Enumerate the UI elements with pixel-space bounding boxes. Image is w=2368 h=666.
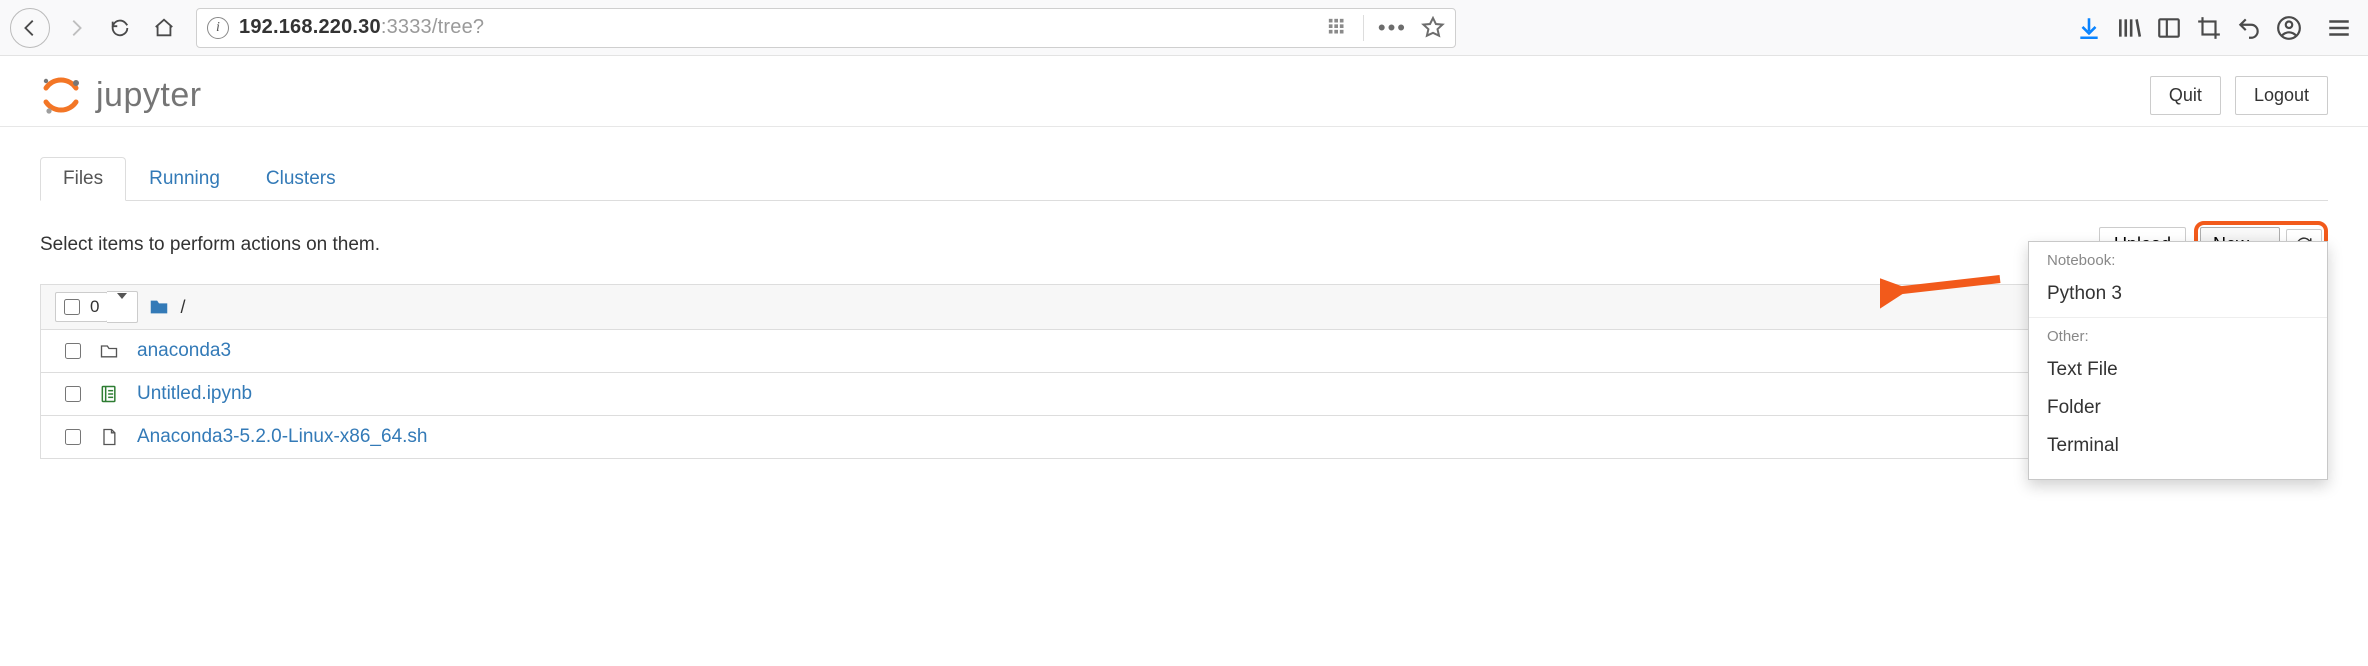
select-all-checkbox[interactable]: [64, 299, 80, 315]
row-checkbox[interactable]: [65, 386, 81, 402]
url-text: 192.168.220.30:3333/tree?: [239, 16, 1317, 39]
file-row: anaconda3: [40, 330, 2328, 373]
file-link[interactable]: Anaconda3-5.2.0-Linux-x86_64.sh: [137, 426, 427, 448]
file-link[interactable]: Untitled.ipynb: [137, 383, 252, 405]
select-dropdown[interactable]: [107, 291, 138, 323]
dropdown-item-folder[interactable]: Folder: [2047, 389, 2309, 427]
file-icon: [99, 427, 119, 447]
logout-button[interactable]: Logout: [2235, 76, 2328, 115]
annotation-arrow-icon: [1880, 261, 2010, 311]
dashboard-tabs: Files Running Clusters: [40, 157, 2328, 201]
sidebar-icon[interactable]: [2156, 15, 2182, 41]
tab-running[interactable]: Running: [126, 157, 243, 201]
jupyter-logo[interactable]: jupyter: [40, 74, 202, 116]
menu-icon[interactable]: [2326, 15, 2352, 41]
row-checkbox[interactable]: [65, 343, 81, 359]
bookmark-star-icon[interactable]: [1421, 16, 1445, 40]
undo-icon[interactable]: [2236, 15, 2262, 41]
dropdown-item-terminal[interactable]: Terminal: [2047, 427, 2309, 465]
file-row: Untitled.ipynb 2 B: [40, 373, 2328, 416]
downloads-icon[interactable]: [2076, 15, 2102, 41]
qr-icon[interactable]: [1327, 17, 1349, 39]
jupyter-mark-icon: [40, 74, 82, 116]
jupyter-header: jupyter Quit Logout: [0, 62, 2368, 127]
reload-button[interactable]: [102, 10, 138, 46]
screenshot-icon[interactable]: [2196, 15, 2222, 41]
address-bar[interactable]: i 192.168.220.30:3333/tree? •••: [196, 8, 1456, 48]
notebook-icon: [99, 384, 119, 404]
folder-icon: [99, 341, 119, 361]
forward-button[interactable]: [58, 10, 94, 46]
select-all-control[interactable]: 0: [55, 292, 108, 322]
account-icon[interactable]: [2276, 15, 2302, 41]
jupyter-wordmark: jupyter: [96, 76, 202, 115]
browser-toolbar: i 192.168.220.30:3333/tree? •••: [0, 0, 2368, 56]
file-row: Anaconda3-5.2.0-Linux-x86_64.sh MB: [40, 416, 2328, 459]
row-checkbox[interactable]: [65, 429, 81, 445]
dropdown-item-textfile[interactable]: Text File: [2047, 351, 2309, 389]
file-link[interactable]: anaconda3: [137, 340, 231, 362]
page-actions-icon[interactable]: •••: [1378, 15, 1407, 41]
selected-count: 0: [90, 297, 99, 317]
dropdown-heading-other: Other:: [2047, 328, 2309, 345]
folder-icon[interactable]: [148, 296, 170, 318]
tab-files[interactable]: Files: [40, 157, 126, 201]
site-info-icon[interactable]: i: [207, 17, 229, 39]
home-button[interactable]: [146, 10, 182, 46]
action-hint: Select items to perform actions on them.: [40, 234, 380, 256]
dropdown-item-python3[interactable]: Python 3: [2047, 275, 2309, 313]
tab-clusters[interactable]: Clusters: [243, 157, 359, 201]
new-dropdown-menu: Notebook: Python 3 Other: Text File Fold…: [2028, 241, 2328, 480]
dropdown-heading-notebook: Notebook:: [2047, 252, 2309, 269]
quit-button[interactable]: Quit: [2150, 76, 2221, 115]
library-icon[interactable]: [2116, 15, 2142, 41]
breadcrumb-root[interactable]: /: [180, 297, 185, 318]
back-button[interactable]: [10, 8, 50, 48]
